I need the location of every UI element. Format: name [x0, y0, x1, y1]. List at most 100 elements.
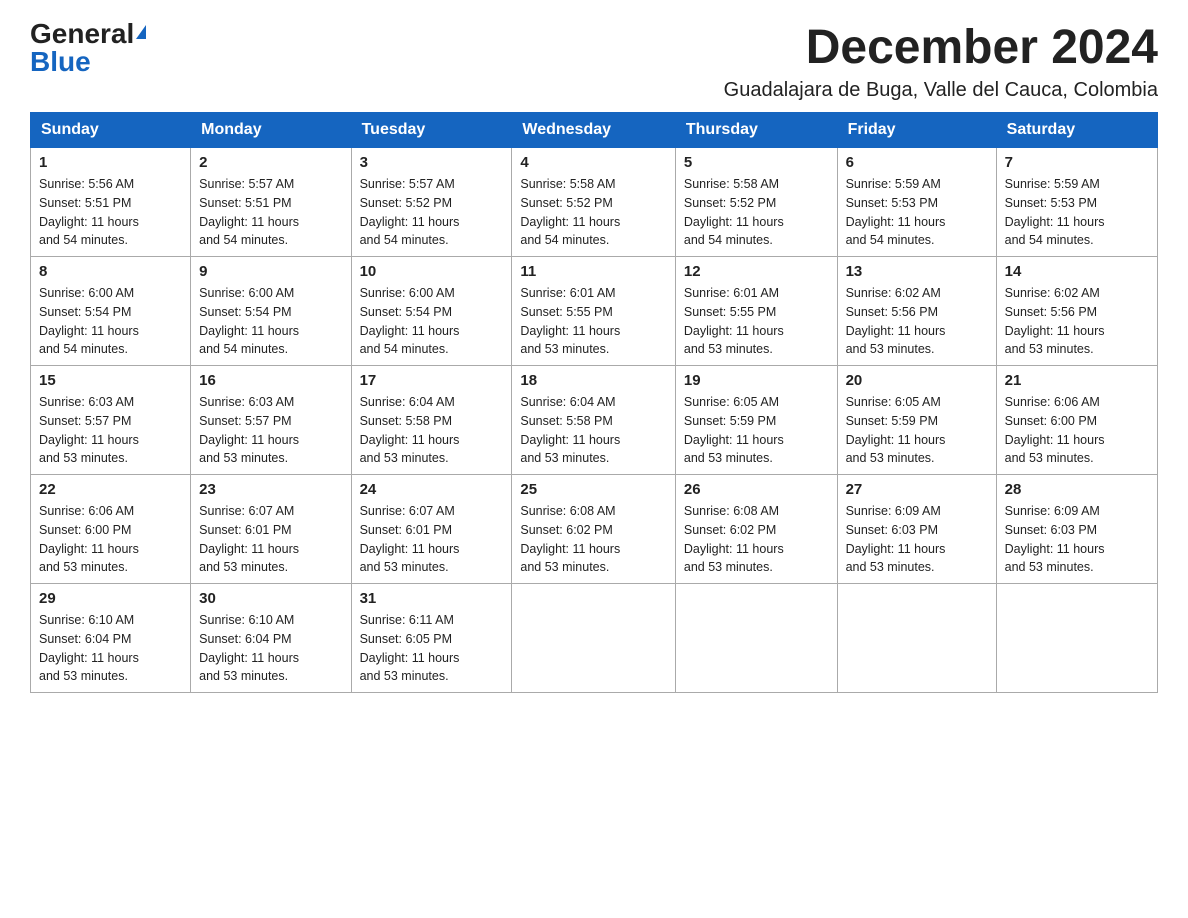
day-number: 9 — [199, 263, 342, 280]
calendar-cell: 17Sunrise: 6:04 AMSunset: 5:58 PMDayligh… — [351, 366, 512, 475]
calendar-cell: 5Sunrise: 5:58 AMSunset: 5:52 PMDaylight… — [675, 148, 837, 257]
day-number: 17 — [360, 372, 504, 389]
day-number: 3 — [360, 154, 504, 171]
calendar-header-tuesday: Tuesday — [351, 113, 512, 148]
calendar-header-friday: Friday — [837, 113, 996, 148]
calendar-cell — [996, 584, 1157, 693]
calendar-cell: 27 Sunrise: 6:09 AMSunset: 6:03 PMDayligh… — [837, 475, 996, 584]
day-number: 30 — [199, 590, 342, 607]
calendar-cell: 2 Sunrise: 5:57 AMSunset: 5:51 PMDaylight… — [191, 148, 351, 257]
logo-triangle-icon — [136, 25, 146, 39]
day-number: 6 — [846, 154, 988, 171]
calendar-cell: 16 Sunrise: 6:03 AMSunset: 5:57 PMDayligh… — [191, 366, 351, 475]
calendar-cell: 14Sunrise: 6:02 AMSunset: 5:56 PMDayligh… — [996, 257, 1157, 366]
day-number: 26 — [684, 481, 829, 498]
day-detail: Sunrise: 6:03 AMSunset: 5:57 PMDaylight:… — [199, 393, 342, 468]
calendar-cell: 6 Sunrise: 5:59 AMSunset: 5:53 PMDaylight… — [837, 148, 996, 257]
calendar-cell: 11Sunrise: 6:01 AMSunset: 5:55 PMDayligh… — [512, 257, 675, 366]
title-block: December 2024 Guadalajara de Buga, Valle… — [724, 20, 1158, 102]
calendar-cell: 7 Sunrise: 5:59 AMSunset: 5:53 PMDaylight… — [996, 148, 1157, 257]
calendar-week-row: 1 Sunrise: 5:56 AMSunset: 5:51 PMDaylight… — [31, 148, 1158, 257]
day-detail: Sunrise: 6:05 AMSunset: 5:59 PMDaylight:… — [684, 393, 829, 468]
calendar-cell: 8 Sunrise: 6:00 AMSunset: 5:54 PMDaylight… — [31, 257, 191, 366]
day-detail: Sunrise: 5:59 AMSunset: 5:53 PMDaylight:… — [846, 175, 988, 250]
day-number: 23 — [199, 481, 342, 498]
day-detail: Sunrise: 6:08 AMSunset: 6:02 PMDaylight:… — [520, 502, 666, 577]
calendar-week-row: 15 Sunrise: 6:03 AMSunset: 5:57 PMDayligh… — [31, 366, 1158, 475]
day-number: 28 — [1005, 481, 1149, 498]
calendar-cell: 9 Sunrise: 6:00 AMSunset: 5:54 PMDaylight… — [191, 257, 351, 366]
page-title: December 2024 — [724, 20, 1158, 75]
day-number: 24 — [360, 481, 504, 498]
day-detail: Sunrise: 6:02 AMSunset: 5:56 PMDaylight:… — [1005, 284, 1149, 359]
calendar-cell: 4 Sunrise: 5:58 AMSunset: 5:52 PMDaylight… — [512, 148, 675, 257]
day-number: 2 — [199, 154, 342, 171]
day-detail: Sunrise: 6:11 AMSunset: 6:05 PMDaylight:… — [360, 611, 504, 686]
day-detail: Sunrise: 6:08 AMSunset: 6:02 PMDaylight:… — [684, 502, 829, 577]
day-detail: Sunrise: 6:03 AMSunset: 5:57 PMDaylight:… — [39, 393, 182, 468]
calendar-cell: 18 Sunrise: 6:04 AMSunset: 5:58 PMDayligh… — [512, 366, 675, 475]
page-subtitle: Guadalajara de Buga, Valle del Cauca, Co… — [724, 79, 1158, 102]
day-number: 22 — [39, 481, 182, 498]
day-number: 10 — [360, 263, 504, 280]
day-number: 18 — [520, 372, 666, 389]
day-number: 16 — [199, 372, 342, 389]
day-number: 8 — [39, 263, 182, 280]
day-detail: Sunrise: 6:00 AMSunset: 5:54 PMDaylight:… — [199, 284, 342, 359]
calendar-header-sunday: Sunday — [31, 113, 191, 148]
day-detail: Sunrise: 6:07 AMSunset: 6:01 PMDaylight:… — [199, 502, 342, 577]
day-detail: Sunrise: 6:09 AMSunset: 6:03 PMDaylight:… — [846, 502, 988, 577]
day-detail: Sunrise: 5:58 AMSunset: 5:52 PMDaylight:… — [520, 175, 666, 250]
calendar-cell: 19 Sunrise: 6:05 AMSunset: 5:59 PMDayligh… — [675, 366, 837, 475]
calendar-cell: 30 Sunrise: 6:10 AMSunset: 6:04 PMDayligh… — [191, 584, 351, 693]
day-number: 1 — [39, 154, 182, 171]
day-detail: Sunrise: 6:10 AMSunset: 6:04 PMDaylight:… — [39, 611, 182, 686]
day-detail: Sunrise: 6:10 AMSunset: 6:04 PMDaylight:… — [199, 611, 342, 686]
day-number: 25 — [520, 481, 666, 498]
calendar-cell: 26 Sunrise: 6:08 AMSunset: 6:02 PMDayligh… — [675, 475, 837, 584]
calendar-cell: 15 Sunrise: 6:03 AMSunset: 5:57 PMDayligh… — [31, 366, 191, 475]
day-number: 12 — [684, 263, 829, 280]
day-detail: Sunrise: 6:07 AMSunset: 6:01 PMDaylight:… — [360, 502, 504, 577]
day-detail: Sunrise: 6:05 AMSunset: 5:59 PMDaylight:… — [846, 393, 988, 468]
day-detail: Sunrise: 6:04 AMSunset: 5:58 PMDaylight:… — [520, 393, 666, 468]
day-number: 4 — [520, 154, 666, 171]
calendar-cell: 3 Sunrise: 5:57 AMSunset: 5:52 PMDaylight… — [351, 148, 512, 257]
day-detail: Sunrise: 5:57 AMSunset: 5:51 PMDaylight:… — [199, 175, 342, 250]
day-number: 31 — [360, 590, 504, 607]
day-detail: Sunrise: 6:06 AMSunset: 6:00 PMDaylight:… — [1005, 393, 1149, 468]
calendar-cell: 29 Sunrise: 6:10 AMSunset: 6:04 PMDayligh… — [31, 584, 191, 693]
day-detail: Sunrise: 6:00 AMSunset: 5:54 PMDaylight:… — [39, 284, 182, 359]
day-number: 29 — [39, 590, 182, 607]
calendar-week-row: 22Sunrise: 6:06 AMSunset: 6:00 PMDayligh… — [31, 475, 1158, 584]
calendar-header-saturday: Saturday — [996, 113, 1157, 148]
day-number: 27 — [846, 481, 988, 498]
day-detail: Sunrise: 5:57 AMSunset: 5:52 PMDaylight:… — [360, 175, 504, 250]
day-number: 15 — [39, 372, 182, 389]
calendar-header-monday: Monday — [191, 113, 351, 148]
day-detail: Sunrise: 6:09 AMSunset: 6:03 PMDaylight:… — [1005, 502, 1149, 577]
day-detail: Sunrise: 6:01 AMSunset: 5:55 PMDaylight:… — [684, 284, 829, 359]
calendar-cell: 21 Sunrise: 6:06 AMSunset: 6:00 PMDayligh… — [996, 366, 1157, 475]
calendar-cell: 10 Sunrise: 6:00 AMSunset: 5:54 PMDayligh… — [351, 257, 512, 366]
logo-blue-text: Blue — [30, 48, 91, 76]
calendar-header-wednesday: Wednesday — [512, 113, 675, 148]
day-detail: Sunrise: 5:59 AMSunset: 5:53 PMDaylight:… — [1005, 175, 1149, 250]
calendar-cell — [837, 584, 996, 693]
calendar-week-row: 8 Sunrise: 6:00 AMSunset: 5:54 PMDaylight… — [31, 257, 1158, 366]
calendar-week-row: 29 Sunrise: 6:10 AMSunset: 6:04 PMDayligh… — [31, 584, 1158, 693]
calendar-cell — [512, 584, 675, 693]
day-number: 20 — [846, 372, 988, 389]
calendar-table: SundayMondayTuesdayWednesdayThursdayFrid… — [30, 112, 1158, 693]
day-number: 19 — [684, 372, 829, 389]
calendar-cell — [675, 584, 837, 693]
day-number: 7 — [1005, 154, 1149, 171]
calendar-cell: 24 Sunrise: 6:07 AMSunset: 6:01 PMDayligh… — [351, 475, 512, 584]
day-detail: Sunrise: 6:00 AMSunset: 5:54 PMDaylight:… — [360, 284, 504, 359]
day-number: 21 — [1005, 372, 1149, 389]
day-detail: Sunrise: 5:56 AMSunset: 5:51 PMDaylight:… — [39, 175, 182, 250]
page-header: General Blue December 2024 Guadalajara d… — [30, 20, 1158, 102]
day-number: 11 — [520, 263, 666, 280]
calendar-cell: 31 Sunrise: 6:11 AMSunset: 6:05 PMDayligh… — [351, 584, 512, 693]
calendar-cell: 25 Sunrise: 6:08 AMSunset: 6:02 PMDayligh… — [512, 475, 675, 584]
